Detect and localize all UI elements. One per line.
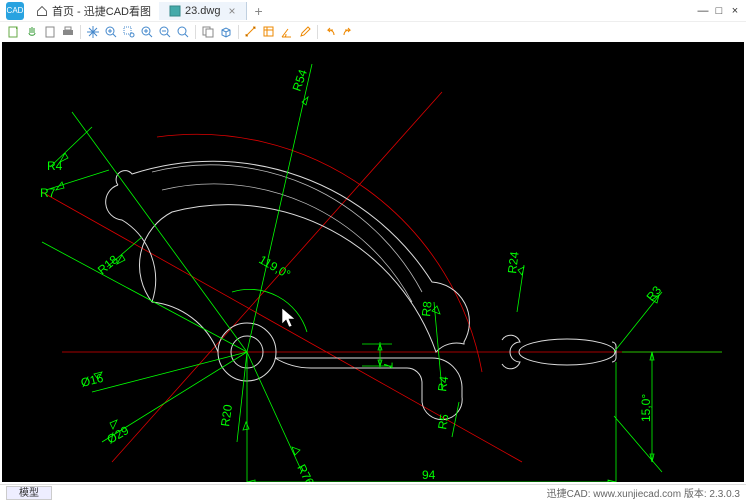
- file-icon[interactable]: [42, 24, 58, 40]
- dim-R5: R5: [435, 413, 452, 431]
- dim-R54: R54: [290, 67, 311, 93]
- dim-R4b: R4: [435, 375, 451, 392]
- new-icon[interactable]: [6, 24, 22, 40]
- dim-7: 7: [381, 362, 395, 369]
- zoom-extents-icon[interactable]: [103, 24, 119, 40]
- dim-phi16: Ø16: [79, 371, 105, 390]
- file-tab[interactable]: 23.dwg ×: [159, 2, 247, 20]
- zoom-in-icon[interactable]: [139, 24, 155, 40]
- zoom-out-icon[interactable]: [157, 24, 173, 40]
- dwg-icon: [169, 5, 181, 17]
- cursor-icon: [282, 308, 295, 327]
- dim-R3: R3: [644, 283, 665, 304]
- drawing-canvas[interactable]: R54 R4 R7 R18 119,0° R24 R3 R8 Ø16 Ø29 R…: [2, 42, 744, 482]
- pan-icon[interactable]: [85, 24, 101, 40]
- cad-drawing: R54 R4 R7 R18 119,0° R24 R3 R8 Ø16 Ø29 R…: [2, 42, 744, 482]
- dim-R24: R24: [505, 250, 522, 274]
- undo-icon[interactable]: [322, 24, 338, 40]
- file-tab-label: 23.dwg: [185, 5, 220, 17]
- app-logo: CAD: [6, 2, 24, 20]
- maximize-button[interactable]: □: [712, 4, 726, 18]
- dim-R8: R8: [419, 300, 435, 317]
- home-icon: [36, 5, 48, 17]
- new-tab-button[interactable]: +: [247, 3, 271, 19]
- edit-icon[interactable]: [297, 24, 313, 40]
- measure-area-icon[interactable]: [261, 24, 277, 40]
- model-tab[interactable]: 模型: [6, 486, 52, 500]
- dim-R18: R18: [95, 252, 121, 277]
- zoom-realtime-icon[interactable]: [175, 24, 191, 40]
- home-label: 首页 - 迅捷CAD看图: [52, 3, 151, 19]
- measure-angle-icon[interactable]: [279, 24, 295, 40]
- dim-R7: R7: [40, 186, 56, 200]
- home-tab[interactable]: 首页 - 迅捷CAD看图: [28, 3, 159, 19]
- toolbar: [0, 22, 746, 42]
- dim-15: 15,0°: [639, 394, 653, 422]
- copy-icon[interactable]: [200, 24, 216, 40]
- print-icon[interactable]: [60, 24, 76, 40]
- dim-R20: R20: [218, 403, 235, 427]
- redo-icon[interactable]: [340, 24, 356, 40]
- dim-R76: R76: [294, 462, 317, 482]
- palm-icon[interactable]: [24, 24, 40, 40]
- dim-angle: 119,0°: [257, 252, 294, 281]
- close-button[interactable]: ×: [728, 4, 742, 18]
- tab-close-icon[interactable]: ×: [228, 4, 235, 18]
- dim-R4: R4: [47, 159, 63, 173]
- measure-dist-icon[interactable]: [243, 24, 259, 40]
- minimize-button[interactable]: —: [696, 4, 710, 18]
- dim-94: 94: [422, 468, 436, 482]
- zoom-window-icon[interactable]: [121, 24, 137, 40]
- cube-icon[interactable]: [218, 24, 234, 40]
- status-version: 迅捷CAD: www.xunjiecad.com 版本: 2.3.0.3: [547, 485, 746, 500]
- status-bar: 模型 迅捷CAD: www.xunjiecad.com 版本: 2.3.0.3: [0, 484, 746, 500]
